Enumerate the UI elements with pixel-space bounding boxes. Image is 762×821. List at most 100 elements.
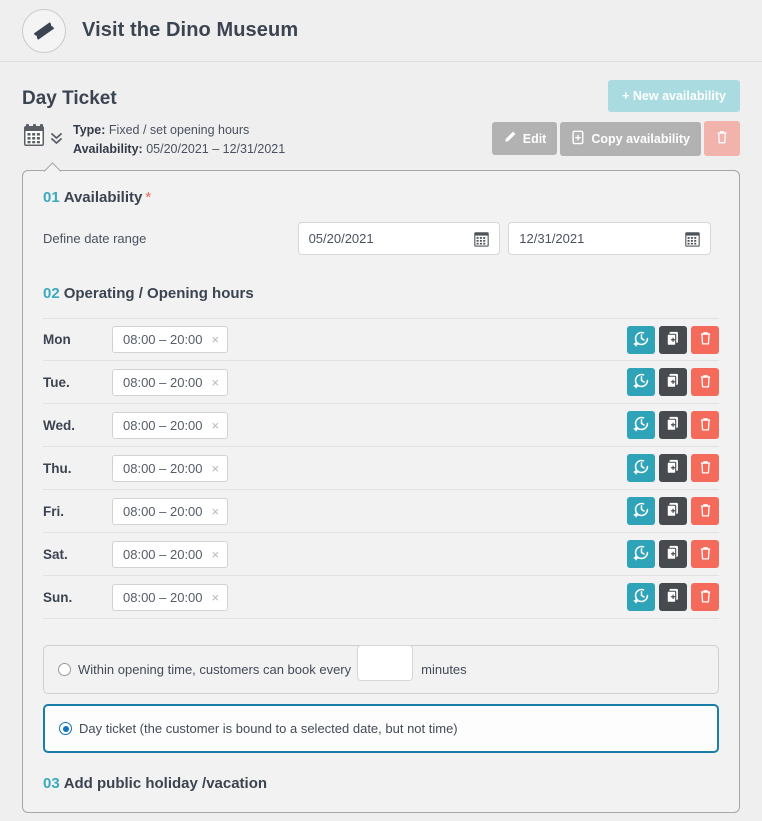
time-range-chip[interactable]: 08:00 – 20:00 ×	[112, 454, 229, 482]
trash-icon	[698, 373, 713, 392]
close-icon[interactable]: ×	[212, 505, 220, 518]
copy-plus-icon	[665, 330, 682, 350]
delete-availability-button[interactable]	[704, 121, 740, 156]
section-01-heading: 01 Availability *	[43, 189, 719, 206]
section-01-number: 01	[43, 189, 60, 206]
copy-row-button[interactable]	[659, 368, 687, 396]
day-label: Wed.	[43, 417, 76, 433]
row-actions	[627, 411, 719, 439]
add-time-button[interactable]	[627, 325, 655, 354]
clock-plus-icon	[633, 415, 650, 435]
copy-row-button[interactable]	[659, 454, 687, 482]
row-actions	[627, 454, 719, 482]
day-label: Mon	[43, 332, 71, 347]
start-date-input[interactable]: 05/20/2021	[297, 222, 501, 255]
add-time-button[interactable]	[627, 540, 655, 568]
time-range-chip[interactable]: 08:00 – 20:00 ×	[112, 411, 229, 439]
time-range-chip[interactable]: 08:00 – 20:00 ×	[112, 326, 229, 353]
opening-hours-list: Mon 08:00 – 20:00 × Tue. 08:00 – 20:00 ×…	[43, 318, 719, 619]
copy-row-button[interactable]	[659, 411, 687, 439]
time-range-value: 08:00 – 20:00	[123, 546, 203, 562]
minutes-input[interactable]	[357, 644, 414, 681]
new-availability-button[interactable]: + New availability	[608, 80, 740, 112]
table-row: Tue. 08:00 – 20:00 ×	[43, 361, 719, 404]
clock-plus-icon	[633, 330, 650, 350]
delete-row-button[interactable]	[691, 368, 719, 396]
calendar-icon[interactable]	[684, 230, 701, 251]
delete-row-button[interactable]	[691, 454, 719, 482]
time-range-value: 08:00 – 20:00	[123, 417, 203, 433]
option-interval-booking[interactable]: Within opening time, customers can book …	[43, 644, 719, 694]
row-actions	[627, 540, 719, 568]
row-actions	[627, 368, 719, 396]
radio-interval-booking[interactable]	[58, 663, 71, 676]
availability-panel: 01 Availability * Define date range 05/20/…	[22, 170, 740, 813]
chevron-double-down-icon	[51, 131, 62, 150]
table-row: Sun. 08:00 – 20:00 ×	[43, 576, 719, 619]
clock-plus-icon	[633, 458, 650, 478]
copy-row-button[interactable]	[659, 540, 687, 568]
end-date-input[interactable]: 12/31/2021	[508, 222, 711, 255]
availability-meta-left: Type: Fixed / set opening hours Availabi…	[22, 121, 285, 159]
trash-icon	[698, 502, 713, 521]
copy-availability-button[interactable]: Copy availability	[560, 121, 701, 156]
section-02-heading: 02 Operating / Opening hours	[43, 285, 719, 302]
delete-row-button[interactable]	[691, 411, 719, 439]
section-03-title: Add public holiday /vacation	[63, 775, 268, 792]
time-range-chip[interactable]: 08:00 – 20:00 ×	[112, 497, 229, 525]
availability-value: 05/20/2021 – 12/31/2021	[146, 142, 286, 156]
table-row: Mon 08:00 – 20:00 ×	[43, 318, 719, 361]
availability-meta-text: Type: Fixed / set opening hours Availabi…	[73, 121, 285, 159]
section-02-number: 02	[43, 285, 60, 302]
page-body: Day Ticket + New availability Type: Fixe…	[0, 62, 762, 813]
section-03-number: 03	[43, 775, 60, 792]
close-icon[interactable]: ×	[212, 333, 220, 346]
availability-actions: Edit Copy availability	[491, 121, 740, 156]
copy-row-button[interactable]	[659, 583, 687, 611]
close-icon[interactable]: ×	[212, 462, 220, 475]
trash-icon	[698, 588, 713, 607]
calendar-icon[interactable]	[473, 230, 490, 251]
edit-label: Edit	[522, 131, 547, 146]
option-day-ticket[interactable]: Day ticket (the customer is bound to a s…	[43, 704, 719, 753]
clock-plus-icon	[633, 544, 650, 564]
day-label: Sat.	[43, 546, 68, 562]
time-range-chip[interactable]: 08:00 – 20:00 ×	[112, 583, 229, 611]
delete-row-button[interactable]	[691, 583, 719, 611]
pencil-icon	[503, 130, 517, 147]
clock-plus-icon	[633, 587, 650, 607]
day-label: Sun.	[43, 589, 73, 605]
time-range-value: 08:00 – 20:00	[123, 332, 203, 347]
delete-row-button[interactable]	[691, 325, 719, 354]
add-time-button[interactable]	[627, 497, 655, 525]
calendar-toggle[interactable]	[22, 121, 62, 155]
delete-row-button[interactable]	[691, 540, 719, 568]
availability-meta-row: Type: Fixed / set opening hours Availabi…	[22, 121, 740, 159]
time-range-chip[interactable]: 08:00 – 20:00 ×	[112, 368, 229, 396]
edit-button[interactable]: Edit	[491, 122, 558, 155]
close-icon[interactable]: ×	[212, 419, 220, 432]
add-time-button[interactable]	[627, 454, 655, 482]
copy-row-button[interactable]	[659, 325, 687, 354]
day-label: Fri.	[43, 503, 65, 519]
time-range-chip[interactable]: 08:00 – 20:00 ×	[112, 540, 229, 568]
radio-day-ticket[interactable]	[59, 722, 72, 735]
copy-row-button[interactable]	[659, 497, 687, 525]
trash-icon	[715, 129, 729, 148]
type-value: Fixed / set opening hours	[108, 123, 250, 137]
close-icon[interactable]: ×	[212, 591, 220, 604]
required-marker: *	[145, 189, 152, 206]
close-icon[interactable]: ×	[212, 548, 220, 561]
table-row: Sat. 08:00 – 20:00 ×	[43, 533, 719, 576]
time-range-value: 08:00 – 20:00	[123, 503, 203, 519]
add-time-button[interactable]	[627, 583, 655, 611]
delete-row-button[interactable]	[691, 497, 719, 525]
add-time-button[interactable]	[627, 411, 655, 439]
copy-plus-icon	[665, 544, 682, 564]
section-02-title: Operating / Opening hours	[63, 285, 254, 302]
close-icon[interactable]: ×	[212, 376, 220, 389]
date-range-label: Define date range	[43, 231, 147, 246]
day-label: Thu.	[43, 460, 72, 476]
availability-label: Availability:	[73, 142, 143, 156]
add-time-button[interactable]	[627, 368, 655, 396]
